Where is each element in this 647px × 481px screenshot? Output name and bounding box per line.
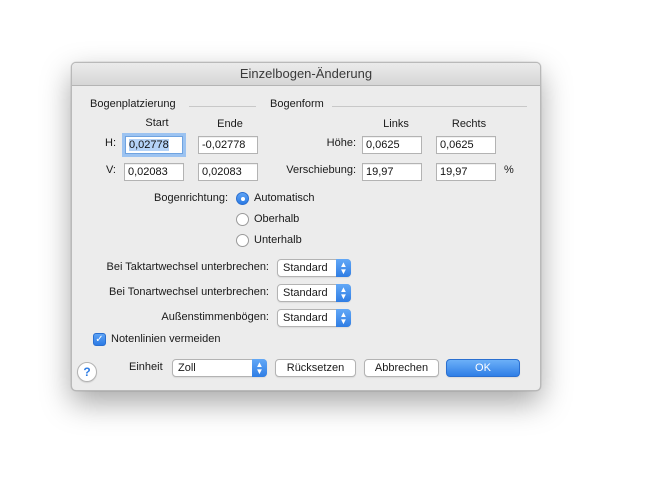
row-h-label: H:	[105, 137, 116, 149]
key-sig-break-label: Bei Tonartwechsel unterbrechen:	[108, 286, 269, 298]
placement-separator	[189, 106, 256, 107]
v-end-field[interactable]: 0,02083	[198, 163, 258, 181]
chevron-updown-icon: ▲ ▼	[336, 309, 351, 327]
shift-left-field[interactable]: 19,97	[362, 163, 422, 181]
outer-voice-label: Außenstimmenbögen:	[161, 311, 269, 323]
time-sig-break-label: Bei Taktartwechsel unterbrechen:	[106, 261, 269, 273]
row-v-label: V:	[106, 164, 116, 176]
direction-label: Bogenrichtung:	[154, 192, 228, 204]
h-end-field[interactable]: -0,02778	[198, 136, 258, 154]
shift-right-field[interactable]: 19,97	[436, 163, 496, 181]
radio-automatisch[interactable]	[236, 192, 249, 205]
height-left-field[interactable]: 0,0625	[362, 136, 422, 154]
shape-separator	[332, 106, 527, 107]
avoid-staff-checkbox[interactable]: ✓	[93, 333, 106, 346]
unit-label: Einheit	[129, 361, 163, 373]
height-right-field[interactable]: 0,0625	[436, 136, 496, 154]
radio-unterhalb-label[interactable]: Unterhalb	[254, 234, 302, 246]
col-right-label: Rechts	[451, 118, 487, 130]
h-start-field[interactable]: 0,02778	[125, 136, 183, 154]
outer-voice-popup[interactable]: Standard ▲ ▼	[277, 309, 351, 327]
chevron-updown-icon: ▲ ▼	[336, 259, 351, 277]
window-title: Einzelbogen-Änderung	[72, 63, 540, 86]
shape-group-label: Bogenform	[270, 98, 324, 110]
radio-oberhalb[interactable]	[236, 213, 249, 226]
chevron-updown-icon: ▲ ▼	[336, 284, 351, 302]
avoid-staff-label[interactable]: Notenlinien vermeiden	[111, 333, 220, 345]
height-label: Höhe:	[326, 137, 356, 149]
reset-button[interactable]: Rücksetzen	[275, 359, 356, 377]
col-start-label: Start	[145, 117, 169, 129]
help-button[interactable]: ?	[77, 362, 97, 382]
col-end-label: Ende	[217, 118, 243, 130]
chevron-updown-icon: ▲ ▼	[252, 359, 267, 377]
radio-oberhalb-label[interactable]: Oberhalb	[254, 213, 299, 225]
cancel-button[interactable]: Abbrechen	[364, 359, 439, 377]
col-left-label: Links	[383, 118, 409, 130]
v-start-field[interactable]: 0,02083	[124, 163, 184, 181]
shift-label: Verschiebung:	[286, 164, 356, 176]
radio-unterhalb[interactable]	[236, 234, 249, 247]
ok-button[interactable]: OK	[446, 359, 520, 377]
slur-edit-dialog: Einzelbogen-Änderung Bogenplatzierung St…	[71, 62, 541, 391]
unit-popup[interactable]: Zoll ▲ ▼	[172, 359, 267, 377]
placement-group-label: Bogenplatzierung	[90, 98, 176, 110]
time-sig-break-popup[interactable]: Standard ▲ ▼	[277, 259, 351, 277]
key-sig-break-popup[interactable]: Standard ▲ ▼	[277, 284, 351, 302]
percent-unit: %	[504, 164, 514, 176]
radio-automatisch-label[interactable]: Automatisch	[254, 192, 315, 204]
